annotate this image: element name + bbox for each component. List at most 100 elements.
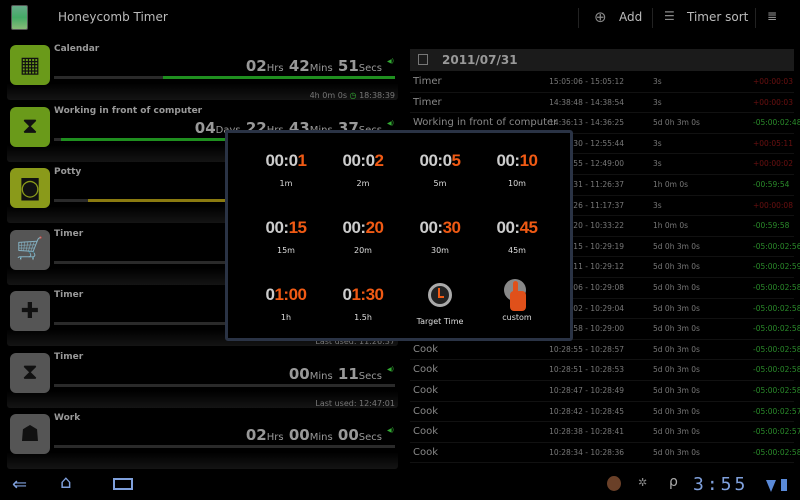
- preset-time-accent: 2: [374, 151, 384, 170]
- timer-name: Working in front of computer: [54, 105, 203, 116]
- history-time-range: :31 - 11:26:37: [570, 180, 624, 189]
- history-duration: 5d 0h 3m 0s: [653, 262, 700, 272]
- history-duration: 5d 0h 3m 0s: [653, 344, 700, 354]
- custom-button[interactable]: custom: [472, 279, 562, 322]
- preset-time-accent: 20: [365, 218, 384, 237]
- timer-end-time: Last used: 12:47:01: [315, 398, 395, 408]
- recent-apps-icon[interactable]: [113, 478, 133, 490]
- history-time-range: 10:28:55 - 10:28:57: [549, 344, 624, 354]
- history-time-range: :26 - 11:17:37: [570, 200, 624, 210]
- timer-progress-bar: [54, 76, 395, 79]
- time-value: 04: [194, 118, 216, 137]
- history-duration: 5d 0h 3m 0s: [653, 406, 700, 416]
- time-value: 11: [337, 364, 359, 383]
- history-time-range: 14:36:13 - 14:36:25: [549, 118, 624, 128]
- history-row[interactable]: Cook 10:28:51 - 10:28:53 5d 0h 3m 0s -05:00…: [410, 360, 800, 381]
- history-offset: -05:00:02:58: [753, 386, 800, 395]
- history-name: Timer: [413, 96, 442, 108]
- time-value: 00: [288, 426, 310, 444]
- preset-time-gray: 00:: [265, 218, 290, 237]
- history-offset: -05:00:02:58: [753, 283, 800, 292]
- preset-label: 45m: [508, 246, 526, 255]
- history-row[interactable]: Timer 15:05:06 - 15:05:12 3s +00:00:03: [410, 72, 794, 93]
- history-duration: 5d 0h 3m 0s: [653, 118, 700, 128]
- cart-icon: 🛒: [10, 229, 50, 270]
- history-offset: -05:00:02:58: [753, 324, 800, 334]
- sort-icon[interactable]: ☰: [664, 9, 675, 23]
- alarm-icon: ◷: [349, 91, 357, 100]
- back-icon[interactable]: ⇐: [12, 474, 27, 495]
- preset-button[interactable]: 00:45 45m: [472, 218, 562, 255]
- add-icon[interactable]: ⊕: [594, 8, 607, 26]
- timer-name: Work: [54, 413, 81, 423]
- notification-icon[interactable]: [607, 476, 621, 491]
- history-time-range: :15 - 10:29:19: [570, 241, 624, 251]
- history-name: Cook: [413, 364, 439, 376]
- timer-remaining: 00Mins 11Secs: [289, 365, 382, 383]
- add-button[interactable]: Add: [619, 10, 642, 24]
- timer-name: Timer: [54, 228, 84, 239]
- history-offset: -05:00:02:58: [753, 365, 800, 375]
- timer-progress-bar: [54, 445, 395, 448]
- history-name: Cook: [413, 446, 439, 458]
- history-time-range: 10:28:34 - 10:28:36: [549, 447, 624, 457]
- status-clock[interactable]: 3:55: [693, 474, 748, 495]
- history-time-range: :30 - 12:55:44: [570, 138, 624, 148]
- history-row[interactable]: Cook 10:28:34 - 10:28:36 5d 0h 3m 0s -05:00…: [410, 443, 800, 464]
- history-duration: 3s: [653, 159, 662, 169]
- history-row[interactable]: Cook 10:28:38 - 10:28:41 5d 0h 3m 0s -05:00…: [410, 422, 800, 443]
- history-time-range: 14:38:48 - 14:38:54: [549, 97, 624, 107]
- time-unit: Secs: [358, 63, 382, 74]
- history-offset: +00:00:03: [753, 97, 793, 107]
- hand-pointer-icon: [472, 279, 562, 311]
- history-offset: -05:00:02:57: [753, 406, 800, 416]
- timer-footer: Last used: 12:47:01: [315, 399, 395, 408]
- preset-button[interactable]: 00:10 10m: [472, 151, 562, 188]
- history-offset: +00:05:11: [753, 138, 793, 148]
- history-time-range: 10:28:38 - 10:28:41: [549, 427, 624, 437]
- preset-time-accent: 1:30: [351, 285, 384, 304]
- history-row[interactable]: Timer 14:38:48 - 14:38:54 3s +00:00:03: [410, 93, 794, 114]
- time-value: 02: [245, 426, 267, 444]
- history-offset: -00:59:58: [753, 221, 790, 231]
- history-offset: -00:59:54: [753, 180, 790, 189]
- sound-icon: ◀): [387, 365, 394, 373]
- time-value: 02: [245, 57, 267, 75]
- timer-card[interactable]: ☗ Work 02Hrs 00Mins 00Secs ◀): [7, 413, 398, 469]
- preset-time-accent: 1: [297, 151, 307, 170]
- timer-card[interactable]: ⧗ Timer 00Mins 11Secs ◀) Last used: 12:4…: [7, 351, 398, 408]
- calendar-icon: ▦: [10, 45, 50, 85]
- time-unit: Mins: [309, 63, 333, 74]
- timer-sort-button[interactable]: Timer sort: [687, 10, 748, 24]
- timer-remaining: 02Hrs 42Mins 51Secs: [246, 57, 382, 75]
- preset-time-accent: 45: [519, 218, 538, 237]
- home-icon[interactable]: ⌂: [60, 472, 71, 493]
- history-time-range: 55 - 12:49:00: [573, 159, 624, 169]
- preset-time-accent: 30: [442, 218, 461, 237]
- history-row[interactable]: Cook 10:28:42 - 10:28:45 5d 0h 3m 0s -05:00…: [410, 402, 800, 423]
- history-row[interactable]: Cook 10:28:47 - 10:28:49 5d 0h 3m 0s -05:00…: [410, 381, 800, 402]
- preset-time-gray: 00:0: [419, 151, 453, 170]
- timer-card[interactable]: ▦ Calendar 02Hrs 42Mins 51Secs ◀) 4h 0m …: [7, 44, 398, 100]
- history-duration: 5d 0h 3m 0s: [653, 241, 700, 251]
- history-name: Cook: [413, 426, 439, 438]
- history-offset: -05:00:02:58: [753, 447, 800, 457]
- hourglass-icon: ⧗: [10, 106, 50, 147]
- p-icon: ρ: [669, 474, 678, 490]
- overflow-menu-icon[interactable]: ≣: [767, 9, 777, 23]
- history-time-range: 15:05:06 - 15:05:12: [549, 77, 624, 86]
- history-time-range: :11 - 10:29:12: [570, 262, 624, 272]
- worker-icon: ☗: [10, 414, 50, 454]
- history-name: Working in front of computer: [413, 117, 558, 129]
- divider: [578, 8, 579, 28]
- divider: [755, 8, 756, 28]
- history-row[interactable]: Cook 10:28:55 - 10:28:57 5d 0h 3m 0s -05:00…: [410, 340, 800, 361]
- history-duration: 5d 0h 3m 0s: [653, 365, 700, 375]
- timer-name: Timer: [54, 290, 84, 300]
- sound-icon: ◀): [387, 119, 394, 127]
- sound-icon: ◀): [387, 58, 394, 65]
- preset-time-accent: 5: [451, 151, 461, 170]
- divider: [652, 8, 653, 28]
- preset-time-gray: 00:: [419, 218, 444, 237]
- preset-time: 00:45: [472, 218, 562, 240]
